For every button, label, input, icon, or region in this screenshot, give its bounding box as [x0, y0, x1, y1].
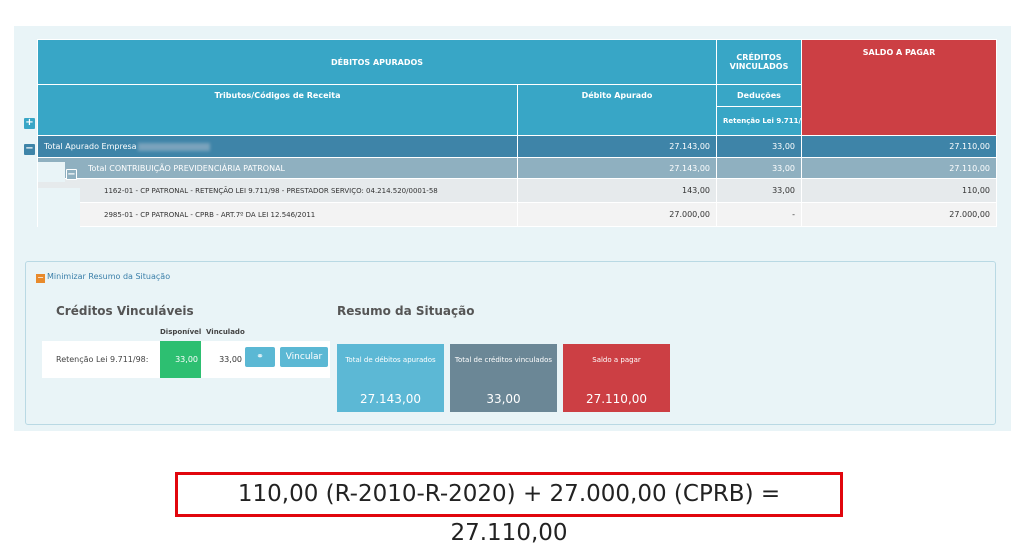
summary-box-saldo: Saldo a pagar 27.110,00	[563, 344, 670, 412]
table-row[interactable]: Total Apurado Empresa 27.143,00 33,00 27…	[37, 135, 997, 158]
credit-row: Retenção Lei 9.711/98: 33,00 33,00 ⚭ Vin…	[42, 341, 330, 378]
app-frame: DÉBITOS APURADOS CRÉDITOS VINCULADOS SAL…	[14, 26, 1011, 431]
row-debito: 27.143,00	[517, 135, 717, 158]
header-saldo-a-pagar: SALDO A PAGAR	[801, 39, 997, 136]
indent-spacer	[38, 188, 80, 236]
header-tributos: Tributos/Códigos de Receita	[37, 84, 518, 136]
row-label: 2985-01 - CP PATRONAL - CPRB - ART.7º DA…	[37, 202, 518, 227]
box-value: 27.143,00	[359, 392, 422, 406]
header-deducoes: Deduções	[716, 84, 802, 107]
row-label: Total Apurado Empresa	[44, 142, 137, 151]
box-value: 33,00	[486, 392, 521, 406]
table-row[interactable]: 2985-01 - CP PATRONAL - CPRB - ART.7º DA…	[37, 202, 997, 227]
row-retencao: 33,00	[716, 178, 802, 203]
header-debitos-apurados: DÉBITOS APURADOS	[37, 39, 717, 85]
vincular-button[interactable]: Vincular	[280, 347, 328, 367]
row-saldo: 27.000,00	[801, 202, 997, 227]
resumo-panel: − Minimizar Resumo da Situação Créditos V…	[25, 261, 996, 425]
header-retencao: Retenção Lei 9.711/98	[716, 106, 802, 136]
row-saldo: 27.110,00	[801, 157, 997, 179]
creditos-title: Créditos Vinculáveis	[56, 304, 194, 318]
credit-disponivel: 33,00	[160, 341, 201, 378]
resumo-title: Resumo da Situação	[337, 304, 475, 318]
credit-label: Retenção Lei 9.711/98:	[56, 355, 149, 364]
box-label: Total de créditos vinculados	[454, 356, 553, 364]
expand-icon[interactable]: +	[24, 118, 35, 129]
box-label: Saldo a pagar	[592, 356, 641, 364]
summary-box-debitos: Total de débitos apurados 27.143,00	[337, 344, 444, 412]
col-vinculado: Vinculado	[206, 328, 245, 336]
redacted-text	[137, 142, 210, 151]
indent-spacer	[38, 162, 65, 182]
header-creditos-vinculados: CRÉDITOS VINCULADOS	[716, 39, 802, 85]
row-label: Total CONTRIBUIÇÃO PREVIDENCIÁRIA PATRON…	[37, 157, 518, 179]
credit-vinculado[interactable]: 33,00	[207, 355, 242, 364]
minimize-resumo-link[interactable]: − Minimizar Resumo da Situação	[36, 272, 170, 283]
calculation-note: 110,00 (R-2010-R-2020) + 27.000,00 (CPRB…	[175, 472, 843, 546]
table-row[interactable]: Total CONTRIBUIÇÃO PREVIDENCIÁRIA PATRON…	[37, 157, 997, 179]
link-icon[interactable]: ⚭	[245, 347, 275, 367]
row-saldo: 27.110,00	[801, 135, 997, 158]
collapse-icon[interactable]: −	[24, 144, 35, 155]
row-retencao: 33,00	[716, 157, 802, 179]
table-row[interactable]: 1162-01 - CP PATRONAL - RETENÇÃO LEI 9.7…	[37, 178, 997, 203]
debitos-table: DÉBITOS APURADOS CRÉDITOS VINCULADOS SAL…	[37, 39, 997, 227]
row-retencao: -	[716, 202, 802, 227]
row-retencao: 33,00	[716, 135, 802, 158]
col-disponivel: Disponível	[160, 328, 202, 336]
row-saldo: 110,00	[801, 178, 997, 203]
box-label: Total de débitos apurados	[345, 356, 436, 364]
box-value: 27.110,00	[585, 392, 648, 406]
row-label: 1162-01 - CP PATRONAL - RETENÇÃO LEI 9.7…	[37, 178, 518, 203]
row-debito: 143,00	[517, 178, 717, 203]
collapse-icon[interactable]: −	[66, 169, 77, 180]
row-debito: 27.143,00	[517, 157, 717, 179]
header-debito-apurado: Débito Apurado	[517, 84, 717, 136]
summary-box-creditos: Total de créditos vinculados 33,00	[450, 344, 557, 412]
row-debito: 27.000,00	[517, 202, 717, 227]
minus-icon: −	[36, 273, 45, 283]
